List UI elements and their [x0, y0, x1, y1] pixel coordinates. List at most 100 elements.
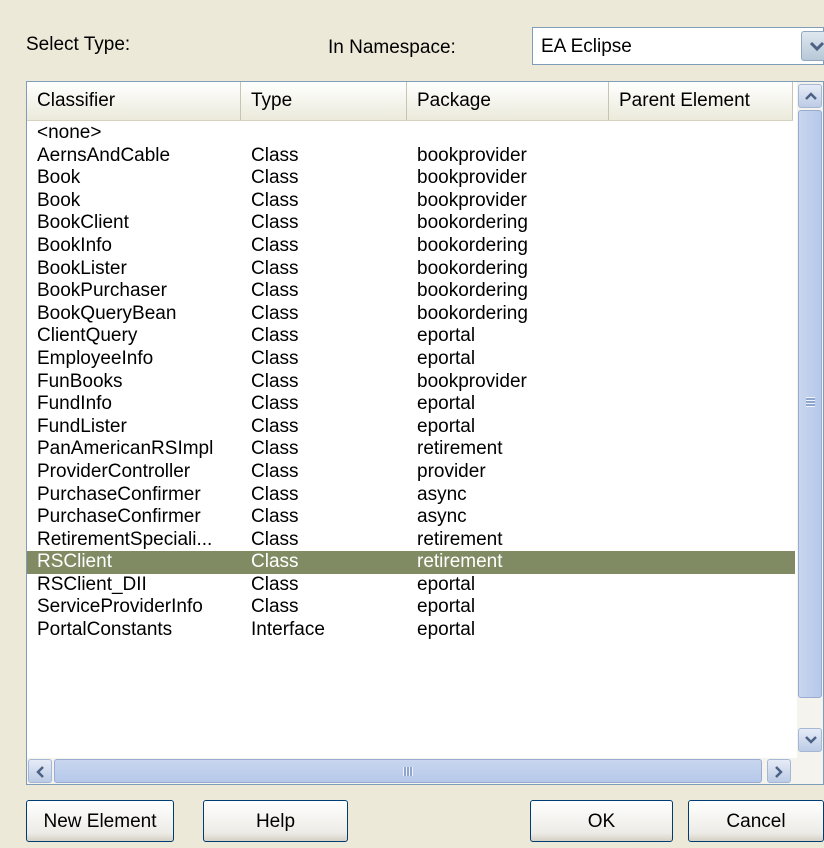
cell-classifier: BookInfo: [37, 234, 112, 256]
cell-type: Class: [251, 460, 299, 482]
cell-package: eportal: [417, 393, 476, 415]
cell-classifier: RSClient_DII: [37, 573, 147, 595]
namespace-dropdown-button[interactable]: [801, 31, 824, 61]
cell-package: eportal: [417, 415, 476, 437]
cell-package: async: [417, 506, 467, 528]
cell-package: eportal: [417, 573, 476, 595]
new-element-button[interactable]: New Element: [26, 800, 174, 842]
column-header-package[interactable]: Package: [407, 82, 609, 120]
table-row[interactable]: BookPurchaser Class bookordering: [27, 280, 795, 303]
cell-type: Class: [251, 596, 299, 618]
table-row[interactable]: PurchaseConfirmer Class async: [27, 506, 795, 529]
scroll-up-button[interactable]: [798, 84, 822, 108]
scroll-right-button[interactable]: [767, 759, 791, 783]
column-header-parent-element[interactable]: Parent Element: [609, 82, 793, 120]
cell-classifier: Book: [37, 167, 81, 189]
table-row[interactable]: BookQueryBean Class bookordering: [27, 303, 795, 326]
cell-type: Class: [251, 415, 299, 437]
arrow-up-icon: [805, 92, 817, 100]
cell-classifier: RSClient: [37, 551, 112, 573]
table-row[interactable]: BookInfo Class bookordering: [27, 235, 795, 258]
cell-type: Class: [251, 506, 299, 528]
cell-package: async: [417, 483, 467, 505]
table-row[interactable]: Book Class bookprovider: [27, 167, 795, 190]
table-row[interactable]: RSClient_DII Class eportal: [27, 574, 795, 597]
cell-classifier: PurchaseConfirmer: [37, 483, 201, 505]
table-row[interactable]: ClientQuery Class eportal: [27, 325, 795, 348]
column-header-type[interactable]: Type: [241, 82, 407, 120]
cell-type: Class: [251, 551, 299, 573]
ok-button[interactable]: OK: [530, 800, 673, 842]
table-row[interactable]: BookClient Class bookordering: [27, 212, 795, 235]
classifier-list[interactable]: Classifier Type Package Parent Element <…: [26, 81, 824, 785]
select-type-label: Select Type:: [26, 34, 131, 55]
cell-classifier: Book: [37, 189, 81, 211]
cell-classifier: FundInfo: [37, 393, 112, 415]
table-row[interactable]: FundLister Class eportal: [27, 416, 795, 439]
table-row[interactable]: EmployeeInfo Class eportal: [27, 348, 795, 371]
cell-type: Class: [251, 234, 299, 256]
cell-package: bookprovider: [417, 167, 527, 189]
table-row[interactable]: RetirementSpeciali... Class retirement: [27, 529, 795, 552]
cell-package: bookordering: [417, 302, 528, 324]
namespace-select[interactable]: EA Eclipse: [532, 27, 824, 65]
cell-classifier: ServiceProviderInfo: [37, 596, 203, 618]
cell-classifier: FunBooks: [37, 370, 123, 392]
table-row[interactable]: PanAmericanRSImpl Class retirement: [27, 438, 795, 461]
help-button[interactable]: Help: [203, 800, 348, 842]
cell-classifier: PurchaseConfirmer: [37, 506, 201, 528]
cell-classifier: FundLister: [37, 415, 127, 437]
vertical-scroll-thumb[interactable]: [798, 110, 822, 698]
cell-classifier: BookClient: [37, 212, 129, 234]
grip-icon: [403, 767, 413, 776]
cell-package: bookprovider: [417, 370, 527, 392]
table-row[interactable]: BookLister Class bookordering: [27, 258, 795, 281]
namespace-value: EA Eclipse: [541, 36, 632, 57]
cancel-button[interactable]: Cancel: [688, 800, 824, 842]
cell-package: eportal: [417, 347, 476, 369]
table-row[interactable]: PortalConstants Interface eportal: [27, 619, 795, 642]
cell-classifier: EmployeeInfo: [37, 347, 154, 369]
table-row[interactable]: FunBooks Class bookprovider: [27, 371, 795, 394]
cell-type: Class: [251, 573, 299, 595]
cell-package: eportal: [417, 596, 476, 618]
vertical-scrollbar[interactable]: [797, 82, 823, 758]
column-header-classifier[interactable]: Classifier: [27, 82, 241, 120]
cell-type: Class: [251, 528, 299, 550]
table-row[interactable]: <none>: [27, 122, 795, 145]
cell-type: Class: [251, 347, 299, 369]
cell-type: Class: [251, 370, 299, 392]
cell-package: bookprovider: [417, 144, 527, 166]
cell-package: bookordering: [417, 257, 528, 279]
cell-classifier: PanAmericanRSImpl: [37, 438, 214, 460]
cell-package: eportal: [417, 619, 476, 641]
arrow-right-icon: [775, 766, 783, 778]
cell-type: Class: [251, 144, 299, 166]
cell-type: Interface: [251, 619, 325, 641]
cell-classifier: BookQueryBean: [37, 302, 177, 324]
cell-package: provider: [417, 460, 486, 482]
table-row[interactable]: PurchaseConfirmer Class async: [27, 484, 795, 507]
scroll-down-button[interactable]: [798, 728, 822, 752]
cell-classifier: BookPurchaser: [37, 280, 167, 302]
table-row[interactable]: Book Class bookprovider: [27, 190, 795, 213]
cell-type: Class: [251, 325, 299, 347]
horizontal-scroll-thumb[interactable]: [54, 759, 762, 783]
cell-type: Class: [251, 438, 299, 460]
cell-classifier: AernsAndCable: [37, 144, 171, 166]
table-row[interactable]: FundInfo Class eportal: [27, 393, 795, 416]
scroll-left-button[interactable]: [28, 759, 52, 783]
cell-type: Class: [251, 280, 299, 302]
horizontal-scrollbar[interactable]: [27, 758, 823, 784]
table-row[interactable]: RSClient Class retirement: [27, 551, 795, 574]
cell-type: Class: [251, 483, 299, 505]
namespace-label: In Namespace:: [328, 37, 456, 58]
list-rows: <none> AernsAndCable Class bookprovider Book…: [27, 122, 795, 642]
table-row[interactable]: ServiceProviderInfo Class eportal: [27, 596, 795, 619]
cell-package: retirement: [417, 528, 503, 550]
cell-package: eportal: [417, 325, 476, 347]
table-row[interactable]: AernsAndCable Class bookprovider: [27, 145, 795, 168]
list-header: Classifier Type Package Parent Element: [27, 82, 793, 121]
table-row[interactable]: ProviderController Class provider: [27, 461, 795, 484]
cell-classifier: RetirementSpeciali...: [37, 528, 213, 550]
